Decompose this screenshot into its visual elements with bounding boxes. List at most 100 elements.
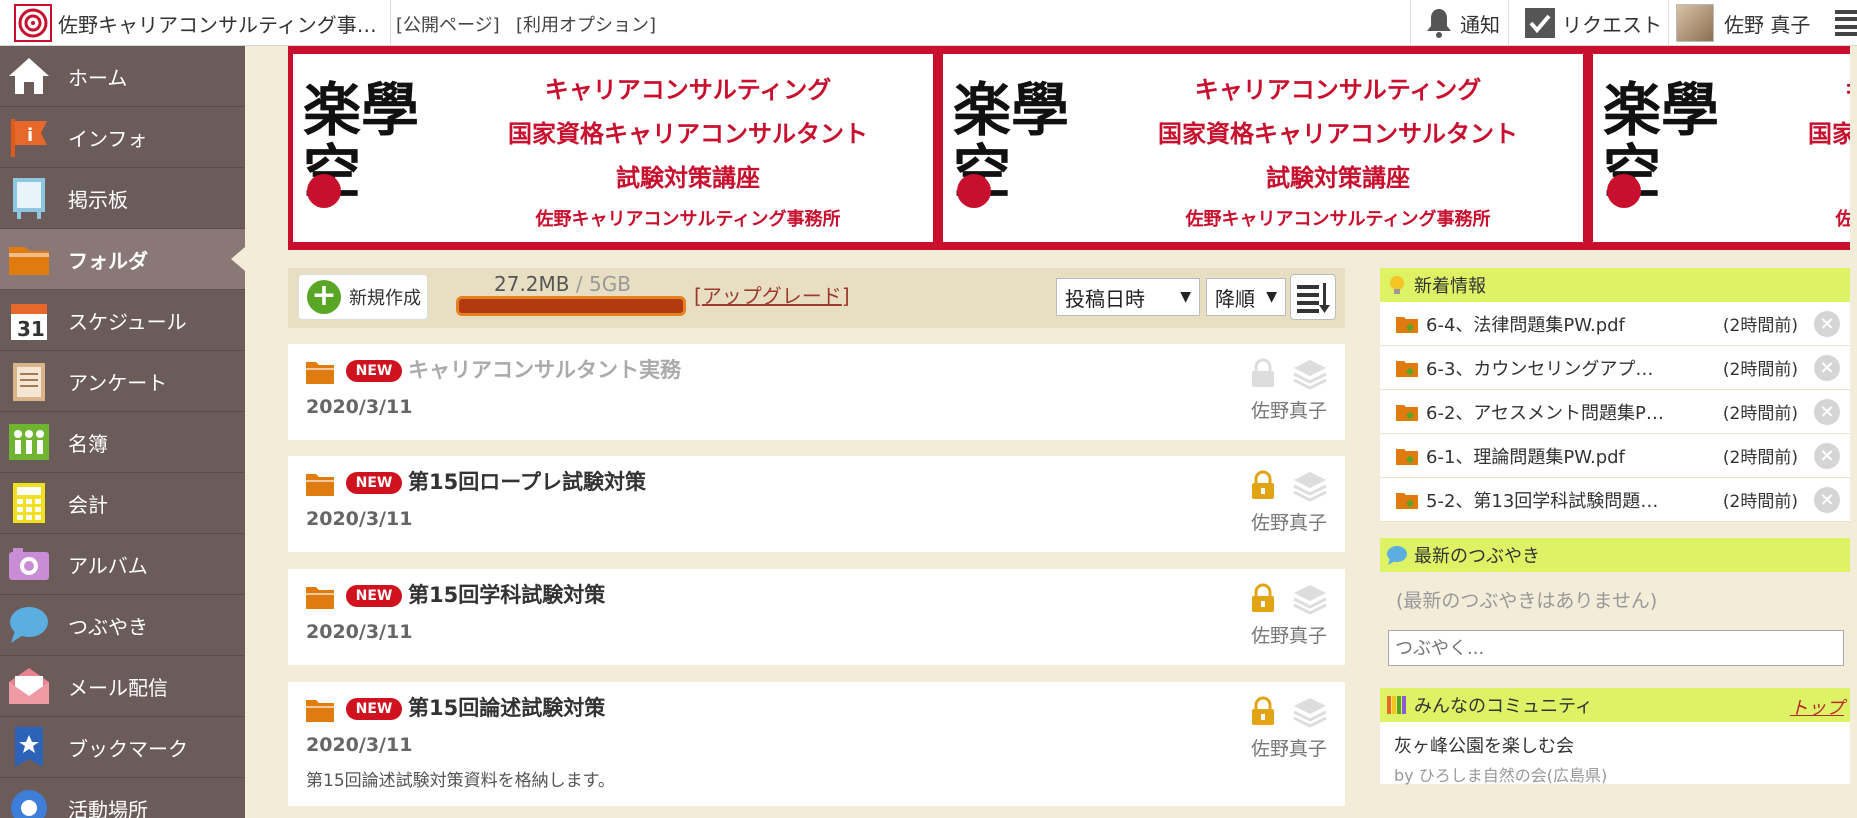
- sidebar-item-survey[interactable]: アンケート: [0, 351, 245, 412]
- folder-date: 2020/3/11: [306, 734, 413, 756]
- community-name: 灰ヶ峰公園を楽しむ会: [1394, 736, 1574, 757]
- folder-author: 佐野真子: [1250, 512, 1327, 534]
- seal-icon: [1607, 174, 1641, 208]
- close-icon[interactable]: ×: [1814, 354, 1840, 381]
- lock-icon: [1252, 696, 1274, 725]
- notify-button[interactable]: 通知: [1424, 0, 1500, 46]
- news-item[interactable]: 6-4、法律問題集PW.pdf (2時間前) ×: [1380, 302, 1850, 346]
- news-item[interactable]: 6-2、アセスメント問題集PW.… (2時間前) ×: [1380, 390, 1850, 434]
- folder-card[interactable]: NEW 第15回学科試験対策 2020/3/11 佐野真子: [288, 569, 1345, 665]
- sidebar-item-mail[interactable]: メール配信: [0, 656, 245, 717]
- sidebar-item-schedule[interactable]: 31 スケジュール: [0, 290, 245, 351]
- banner-line: 国家資格キャリアコンサルタント: [1808, 120, 1850, 148]
- community-heading: みんなのコミュニティ トップ: [1380, 688, 1850, 722]
- banner-line: 佐野キャリアコンサルティング事務所: [1835, 209, 1850, 230]
- close-icon[interactable]: ×: [1814, 486, 1840, 513]
- banner-line: 試験対策講座: [1753, 156, 1850, 200]
- sort-order-select[interactable]: 降順 ▼: [1206, 278, 1286, 316]
- sidebar-item-accounting[interactable]: 会計: [0, 473, 245, 534]
- divider: [1410, 0, 1411, 46]
- tweet-input[interactable]: [1388, 630, 1844, 666]
- upgrade-link[interactable]: [アップグレード]: [694, 280, 850, 309]
- brand[interactable]: 佐野キャリアコンサルティング事…: [14, 4, 378, 42]
- sort-field-select[interactable]: 投稿日時 ▼: [1056, 278, 1200, 316]
- new-badge: NEW: [346, 585, 402, 607]
- new-folder-label: 新規作成: [349, 288, 421, 309]
- sidebar-item-label: 会計: [68, 492, 108, 517]
- sidebar-item-label: アンケート: [68, 370, 168, 395]
- community-top-link[interactable]: トップ: [1790, 694, 1844, 720]
- hamburger-menu-icon[interactable]: [1835, 10, 1857, 36]
- banner-line: 国家資格キャリアコンサルタント: [1158, 120, 1518, 148]
- sidebar-item-info[interactable]: i インフォ: [0, 107, 245, 168]
- sidebar-item-home[interactable]: ホーム: [0, 46, 245, 107]
- speech-bubble-icon: [6, 602, 52, 648]
- sidebar-item-album[interactable]: アルバム: [0, 534, 245, 595]
- sidebar-item-location[interactable]: 活動場所: [0, 778, 245, 818]
- news-title: 5-2、第13回学科試験問題解…: [1426, 490, 1666, 512]
- sidebar-item-label: インフォ: [68, 126, 148, 151]
- folder-author: 佐野真子: [1250, 738, 1327, 760]
- banner[interactable]: 楽學空 キャリアコンサルティング 国家資格キャリアコンサルタント 試験対策講座 …: [288, 46, 1850, 250]
- new-folder-button[interactable]: + 新規作成: [298, 274, 428, 320]
- news-heading: 新着情報: [1380, 268, 1850, 302]
- sidebar-item-members[interactable]: 名簿: [0, 412, 245, 473]
- options-link[interactable]: [利用オプション]: [516, 11, 656, 37]
- camera-icon: [6, 541, 52, 587]
- lightbulb-icon: [1390, 276, 1404, 294]
- folder-toolbar: + 新規作成 27.2MB / 5GB [アップグレード] 投稿日時 ▼ 降順 …: [288, 268, 1345, 328]
- folder-title[interactable]: 第15回論述試験対策: [408, 692, 605, 722]
- location-icon: [6, 785, 52, 818]
- divider: [1508, 0, 1509, 46]
- sidebar-item-tweets[interactable]: つぶやき: [0, 595, 245, 656]
- news-title: 6-1、理論問題集PW.pdf: [1426, 446, 1625, 468]
- tweets-empty-note: (最新のつぶやきはありません): [1396, 590, 1658, 612]
- folder-icon: [6, 236, 52, 282]
- news-item[interactable]: 5-2、第13回学科試験問題解… (2時間前) ×: [1380, 478, 1850, 522]
- close-icon[interactable]: ×: [1814, 442, 1840, 469]
- news-title: 6-2、アセスメント問題集PW.…: [1426, 402, 1666, 424]
- request-button[interactable]: リクエスト: [1524, 0, 1662, 46]
- public-page-link[interactable]: [公開ページ]: [396, 11, 500, 37]
- folder-icon: [306, 474, 334, 496]
- community-item[interactable]: 灰ヶ峰公園を楽しむ会 by ひろしま自然の会(広島県): [1380, 722, 1850, 785]
- lock-icon: [1252, 470, 1274, 499]
- banner-line: キャリアコンサルティング: [1194, 76, 1482, 104]
- folder-title[interactable]: 第15回学科試験対策: [408, 579, 605, 609]
- folder-icon: [306, 587, 334, 609]
- folder-card[interactable]: NEW キャリアコンサルタント実務 2020/3/11 佐野真子: [288, 344, 1345, 440]
- folder-card[interactable]: NEW 第15回論述試験対策 2020/3/11 第15回論述試験対策資料を格納…: [288, 682, 1345, 806]
- app-title: 佐野キャリアコンサルティング事…: [58, 12, 377, 37]
- user-menu[interactable]: 佐野 真子: [1676, 0, 1810, 46]
- folder-date: 2020/3/11: [306, 621, 413, 643]
- layers-icon: [1293, 698, 1327, 728]
- close-icon[interactable]: ×: [1814, 398, 1840, 425]
- banner-card: 楽學空 キャリアコンサルティング 国家資格キャリアコンサルタント 試験対策講座 …: [293, 54, 933, 242]
- bookmark-star-icon: [6, 724, 52, 770]
- sort-field-value: 投稿日時: [1065, 286, 1145, 311]
- sidebar-item-label: つぶやき: [68, 614, 148, 639]
- folder-title[interactable]: 第15回ロープレ試験対策: [408, 466, 646, 496]
- sort-options-icon[interactable]: [1290, 274, 1336, 320]
- brand-logo-icon: [14, 4, 52, 42]
- home-icon: [6, 53, 52, 99]
- news-item[interactable]: 6-3、カウンセリングアプロ… (2時間前) ×: [1380, 346, 1850, 390]
- community-heading-label: みんなのコミュニティ: [1414, 696, 1593, 717]
- sidebar-item-bookmark[interactable]: ブックマーク: [0, 717, 245, 778]
- sidebar-item-label: フォルダ: [68, 248, 148, 273]
- calculator-icon: [6, 480, 52, 526]
- news-item[interactable]: 6-1、理論問題集PW.pdf (2時間前) ×: [1380, 434, 1850, 478]
- folder-title[interactable]: キャリアコンサルタント実務: [408, 354, 681, 384]
- layers-icon: [1293, 585, 1327, 615]
- folder-author: 佐野真子: [1250, 625, 1327, 647]
- layers-icon: [1293, 360, 1327, 390]
- close-icon[interactable]: ×: [1814, 310, 1840, 337]
- sidebar: ホーム i インフォ 掲示板 フォルダ 31 スケジュール アンケート 名簿 会…: [0, 46, 245, 818]
- sidebar-item-label: アルバム: [68, 553, 148, 578]
- sidebar-item-board[interactable]: 掲示板: [0, 168, 245, 229]
- folder-plus-icon: [1396, 316, 1418, 333]
- right-panel: 新着情報 6-4、法律問題集PW.pdf (2時間前) × 6-3、カウンセリン…: [1380, 268, 1850, 785]
- banner-line: 国家資格キャリアコンサルタント: [508, 120, 868, 148]
- sidebar-item-folder[interactable]: フォルダ: [0, 229, 245, 290]
- folder-card[interactable]: NEW 第15回ロープレ試験対策 2020/3/11 佐野真子: [288, 456, 1345, 552]
